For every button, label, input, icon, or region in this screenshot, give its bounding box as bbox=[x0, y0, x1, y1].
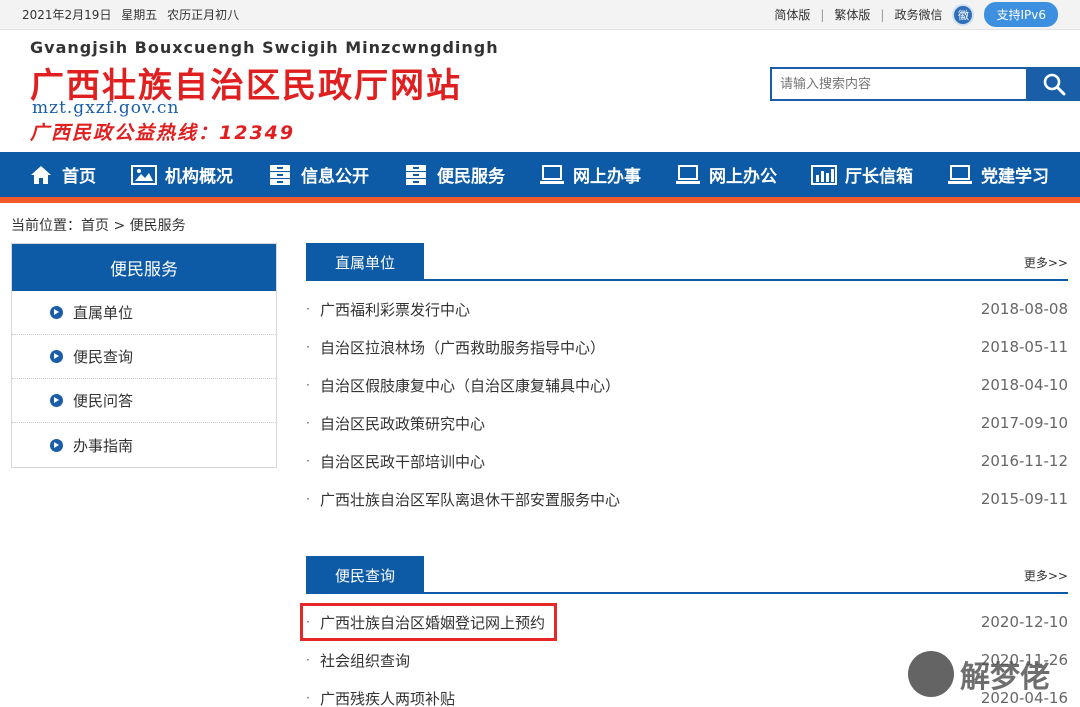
laptop-icon bbox=[675, 164, 701, 186]
item-title[interactable]: 广西壮族自治区军队离退休干部安置服务中心 bbox=[320, 489, 981, 510]
arrow-circle-icon bbox=[50, 438, 63, 452]
nav-service[interactable]: 便民服务 bbox=[403, 152, 539, 197]
lunar-text: 农历正月初八 bbox=[167, 8, 240, 22]
nav-home[interactable]: 首页 bbox=[28, 152, 131, 197]
item-title[interactable]: 自治区拉浪林场（广西救助服务指导中心） bbox=[320, 337, 981, 358]
cabinet-icon bbox=[403, 164, 429, 186]
more-link[interactable]: 更多>> bbox=[1024, 567, 1068, 584]
nav-label: 便民服务 bbox=[437, 167, 505, 187]
search-input[interactable] bbox=[770, 67, 1028, 101]
site-header: Gvangjsih Bouxcuengh Swcigih Minzcwngdin… bbox=[0, 30, 1080, 152]
hotline: 广西民政公益热线：12349 bbox=[30, 122, 296, 144]
section-tab[interactable]: 便民查询 bbox=[306, 556, 424, 594]
watermark: 解梦佬 bbox=[908, 640, 1068, 707]
nav-online-affairs[interactable]: 网上办事 bbox=[539, 152, 675, 197]
nav-online-office[interactable]: 网上办公 bbox=[675, 152, 811, 197]
list-item[interactable]: · 广西福利彩票发行中心 2018-08-08 bbox=[306, 290, 1068, 328]
list-item[interactable]: · 广西壮族自治区军队离退休干部安置服务中心 2015-09-11 bbox=[306, 480, 1068, 518]
item-title[interactable]: 社会组织查询 bbox=[320, 650, 981, 671]
nav-mailbox[interactable]: 厅长信箱 bbox=[811, 152, 947, 197]
sidebar-title: 便民服务 bbox=[12, 244, 276, 291]
section-header: 直属单位 更多>> bbox=[306, 243, 1068, 281]
site-url: mzt.gxzf.gov.cn bbox=[32, 98, 180, 118]
weekday-text: 星期五 bbox=[121, 8, 158, 22]
sidebar-item-label: 便民查询 bbox=[73, 348, 134, 366]
search-box bbox=[770, 67, 1080, 101]
traditional-link[interactable]: 繁体版 bbox=[834, 6, 870, 23]
highlight-box bbox=[300, 603, 557, 641]
cabinet-icon bbox=[267, 164, 293, 186]
nav-label: 厅长信箱 bbox=[845, 167, 913, 187]
ipv6-badge[interactable]: 支持IPv6 bbox=[984, 2, 1058, 27]
bar-chart-icon bbox=[811, 164, 837, 186]
date-info: 2021年2月19日 星期五 农历正月初八 bbox=[22, 6, 774, 23]
sidebar-item-guide[interactable]: 办事指南 bbox=[12, 423, 276, 467]
zhuang-site-name: Gvangjsih Bouxcuengh Swcigih Minzcwngdin… bbox=[30, 38, 499, 57]
arrow-circle-icon bbox=[50, 350, 63, 363]
sidebar-item-units[interactable]: 直属单位 bbox=[12, 291, 276, 335]
nav-label: 机构概况 bbox=[165, 167, 233, 187]
laptop-icon bbox=[539, 164, 565, 186]
search-button[interactable] bbox=[1028, 67, 1080, 101]
item-date: 2018-04-10 bbox=[980, 376, 1068, 394]
list-item[interactable]: · 自治区民政政策研究中心 2017-09-10 bbox=[306, 404, 1068, 442]
nav-party[interactable]: 党建学习 bbox=[947, 152, 1077, 197]
mascot-icon bbox=[908, 650, 954, 697]
search-icon bbox=[1043, 73, 1066, 96]
home-icon bbox=[28, 164, 54, 186]
separator: | bbox=[880, 7, 885, 22]
date-text: 2021年2月19日 bbox=[22, 8, 112, 22]
wechat-link[interactable]: 政务微信 bbox=[894, 6, 942, 23]
section-tab[interactable]: 直属单位 bbox=[306, 243, 424, 281]
main-nav: 首页 机构概况 信息公开 便民服务 网上办事 网上办公 厅长信箱 党建学习 bbox=[0, 152, 1080, 203]
list-item[interactable]: · 自治区民政干部培训中心 2016-11-12 bbox=[306, 442, 1068, 480]
sidebar-item-qa[interactable]: 便民问答 bbox=[12, 379, 276, 423]
breadcrumb: 当前位置：首页 > 便民服务 bbox=[11, 218, 186, 234]
arrow-circle-icon bbox=[50, 306, 63, 319]
laptop-icon bbox=[947, 164, 973, 186]
top-bar: 2021年2月19日 星期五 农历正月初八 简体版 | 繁体版 | 政务微信 徽… bbox=[0, 0, 1080, 30]
item-title[interactable]: 广西福利彩票发行中心 bbox=[320, 299, 981, 320]
nav-label: 网上办公 bbox=[709, 167, 777, 187]
arrow-circle-icon bbox=[50, 394, 63, 407]
sidebar-item-label: 便民问答 bbox=[73, 392, 134, 410]
simplified-link[interactable]: 简体版 bbox=[774, 6, 810, 23]
section-header: 便民查询 更多>> bbox=[306, 556, 1068, 594]
sidebar-item-label: 直属单位 bbox=[73, 304, 134, 322]
nav-label: 网上办事 bbox=[573, 167, 641, 187]
nav-info[interactable]: 信息公开 bbox=[267, 152, 403, 197]
item-title[interactable]: 广西残疾人两项补贴 bbox=[320, 688, 981, 707]
list-item[interactable]: · 自治区假肢康复中心（自治区康复辅具中心） 2018-04-10 bbox=[306, 366, 1068, 404]
item-title[interactable]: 自治区民政政策研究中心 bbox=[320, 413, 981, 434]
item-date: 2018-05-11 bbox=[980, 338, 1068, 356]
item-title[interactable]: 自治区民政干部培训中心 bbox=[320, 451, 981, 472]
item-date: 2017-09-10 bbox=[980, 414, 1068, 432]
item-title[interactable]: 自治区假肢康复中心（自治区康复辅具中心） bbox=[320, 375, 981, 396]
item-date: 2016-11-12 bbox=[980, 452, 1068, 470]
nav-label: 信息公开 bbox=[301, 167, 369, 187]
section-units: 直属单位 更多>> · 广西福利彩票发行中心 2018-08-08 · 自治区拉浪林场… bbox=[306, 243, 1068, 518]
sidebar-item-query[interactable]: 便民查询 bbox=[12, 335, 276, 379]
list-item[interactable]: · 自治区拉浪林场（广西救助服务指导中心） 2018-05-11 bbox=[306, 328, 1068, 366]
nav-label: 首页 bbox=[62, 167, 96, 187]
watermark-text: 解梦佬 bbox=[960, 659, 1050, 695]
image-icon bbox=[131, 164, 157, 186]
top-links: 简体版 | 繁体版 | 政务微信 徽 支持IPv6 bbox=[774, 2, 1058, 27]
item-date: 2015-09-11 bbox=[980, 490, 1068, 508]
nav-about[interactable]: 机构概况 bbox=[131, 152, 267, 197]
sidebar: 便民服务 直属单位 便民查询 便民问答 办事指南 bbox=[11, 243, 277, 468]
item-date: 2020-12-10 bbox=[980, 613, 1068, 631]
item-date: 2018-08-08 bbox=[980, 300, 1068, 318]
nav-label: 党建学习 bbox=[981, 167, 1049, 187]
more-link[interactable]: 更多>> bbox=[1024, 254, 1068, 271]
sidebar-item-label: 办事指南 bbox=[73, 436, 134, 455]
wechat-badge-icon[interactable]: 徽 bbox=[952, 3, 975, 26]
separator: | bbox=[820, 7, 825, 22]
